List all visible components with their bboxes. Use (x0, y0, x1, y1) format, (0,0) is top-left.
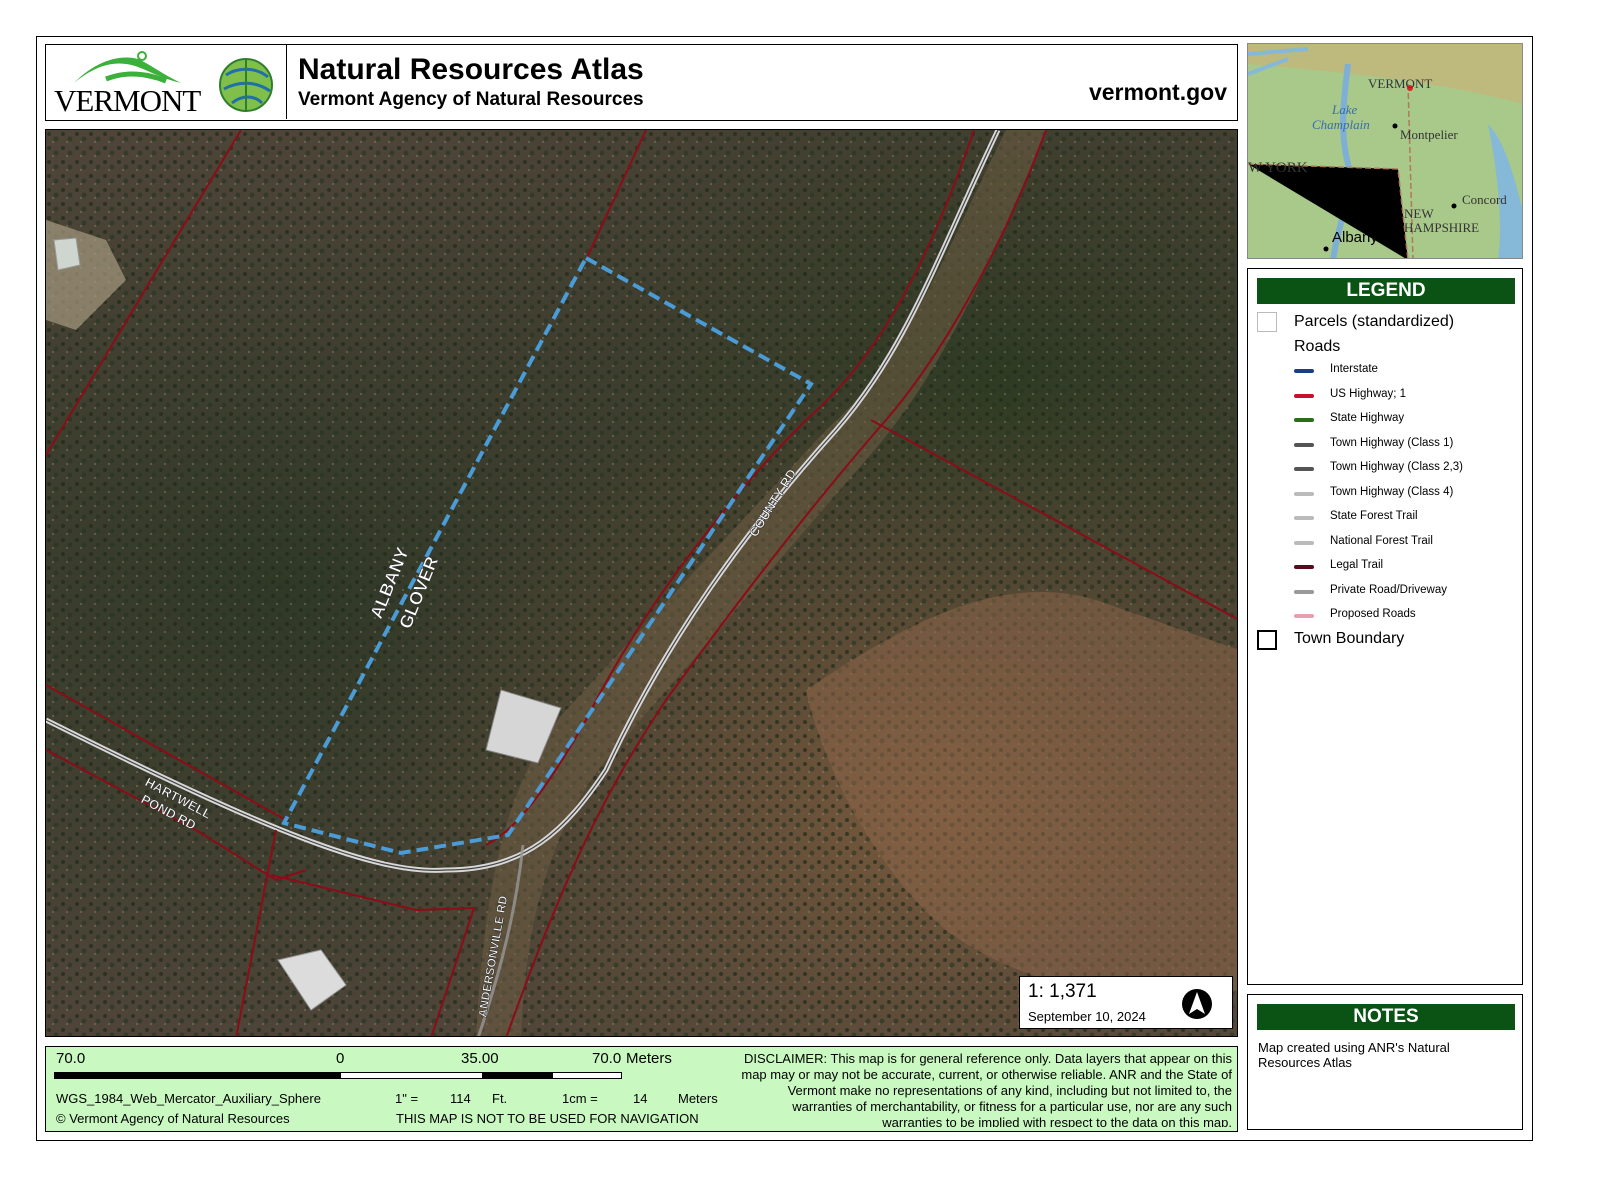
copyright-label: © Vermont Agency of Natural Resources (56, 1111, 290, 1126)
locator-inset-map: VERMONT Lake Champlain Montpelier W YORK… (1247, 43, 1523, 259)
inset-label-concord: Concord (1462, 192, 1507, 207)
inset-label-new: NEW (1404, 206, 1434, 221)
legend-town-boundary-label: Town Boundary (1294, 630, 1405, 647)
parcels-swatch (1257, 312, 1277, 332)
map-date: September 10, 2024 (1028, 1009, 1146, 1024)
legend-road-symbol (1294, 565, 1314, 569)
page-subtitle: Vermont Agency of Natural Resources (298, 89, 644, 110)
legend-road-symbol (1294, 589, 1314, 594)
legend-road-label: State Forest Trail (1330, 510, 1418, 522)
legend-road-symbol (1294, 442, 1314, 447)
scale-bar (54, 1072, 622, 1079)
legend-road-label: National Forest Trail (1330, 534, 1433, 547)
scale-tick-zero: 0 (336, 1050, 345, 1067)
map-canvas: ALBANY GLOVER COUNTY RD HARTWELL POND RD… (46, 130, 1237, 1036)
legend-road-label: Legal Trail (1330, 559, 1384, 571)
map-footer: 70.0 0 35.00 70.0 Meters WGS_1984_Web_Me… (45, 1046, 1238, 1132)
legend-road-label: State Highway (1330, 412, 1405, 424)
inch-value: 114 (450, 1091, 471, 1106)
legend-road-label: Town Highway (Class 1) (1330, 436, 1454, 449)
legend-road-symbol (1294, 491, 1314, 496)
legend-road-symbol (1294, 418, 1314, 422)
logo-wordmark: VERMONT (54, 83, 201, 118)
map-scale-box: 1: 1,371 September 10, 2024 (1019, 976, 1233, 1029)
map-header: VERMONT Natural Resources Atlas Vermont … (45, 44, 1238, 121)
aerial-map[interactable]: ALBANY GLOVER COUNTY RD HARTWELL POND RD… (45, 129, 1238, 1037)
scale-tick-left: 70.0 (56, 1050, 86, 1067)
inset-label-lake: Lake (1331, 102, 1358, 117)
scale-tick-mid: 35.00 (461, 1050, 499, 1067)
legend-road-symbol (1294, 614, 1314, 618)
vermont-logo: VERMONT (46, 45, 287, 119)
navigation-warning: THIS MAP IS NOT TO BE USED FOR NAVIGATIO… (396, 1111, 699, 1126)
legend-title: LEGEND (1257, 278, 1515, 304)
website-label: vermont.gov (1088, 79, 1227, 105)
notes-panel: NOTES Map created using ANR's Natural Re… (1247, 994, 1523, 1130)
legend-road-label: Town Highway (Class 4) (1330, 485, 1454, 498)
legend-road-symbol (1294, 393, 1314, 398)
legend-panel: LEGEND Parcels (standardized) Roads Inte… (1247, 268, 1523, 985)
inset-label-new-york: W YORK (1248, 160, 1308, 176)
north-arrow-icon (1182, 989, 1212, 1019)
inset-label-albany: Albany (1332, 229, 1378, 246)
inset-map-canvas: VERMONT Lake Champlain Montpelier W YORK… (1248, 44, 1522, 258)
cm-label: 1cm = (562, 1091, 598, 1106)
legend-road-symbol (1294, 516, 1314, 520)
scale-unit: Meters (626, 1050, 672, 1067)
legend-road-label: Private Road/Driveway (1330, 583, 1447, 596)
legend-parcels-label: Parcels (standardized) (1294, 313, 1455, 330)
legend-roads-header: Roads (1294, 338, 1341, 355)
disclaimer-text: DISCLAIMER: This map is for general refe… (741, 1051, 1232, 1127)
notes-title: NOTES (1257, 1004, 1515, 1030)
legend-road-label: Interstate (1330, 363, 1378, 375)
cm-value: 14 (633, 1091, 648, 1106)
inset-label-vermont: VERMONT (1368, 76, 1432, 91)
inch-unit: Ft. (492, 1091, 508, 1106)
legend-road-label: Town Highway (Class 2,3) (1330, 461, 1463, 473)
notes-text: Map created using ANR's Natural Resource… (1258, 1040, 1450, 1070)
inset-label-champlain: Champlain (1312, 117, 1370, 132)
town-boundary-swatch (1257, 630, 1277, 650)
inch-label: 1" = (395, 1091, 419, 1106)
inset-label-montpelier: Montpelier (1400, 127, 1458, 142)
inset-label-hampshire: HAMPSHIRE (1404, 220, 1479, 235)
scale-tick-right: 70.0 (592, 1050, 622, 1067)
projection-label: WGS_1984_Web_Mercator_Auxiliary_Sphere (56, 1091, 321, 1106)
scale-ratio: 1: 1,371 (1028, 981, 1097, 1002)
legend-road-symbol (1294, 540, 1314, 545)
page-title: Natural Resources Atlas (298, 53, 644, 86)
legend-road-label: US Highway; 1 (1330, 387, 1407, 400)
legend-road-symbol (1294, 467, 1314, 471)
cm-unit: Meters (678, 1091, 718, 1106)
legend-road-symbol (1294, 369, 1314, 373)
legend-road-label: Proposed Roads (1330, 608, 1416, 620)
